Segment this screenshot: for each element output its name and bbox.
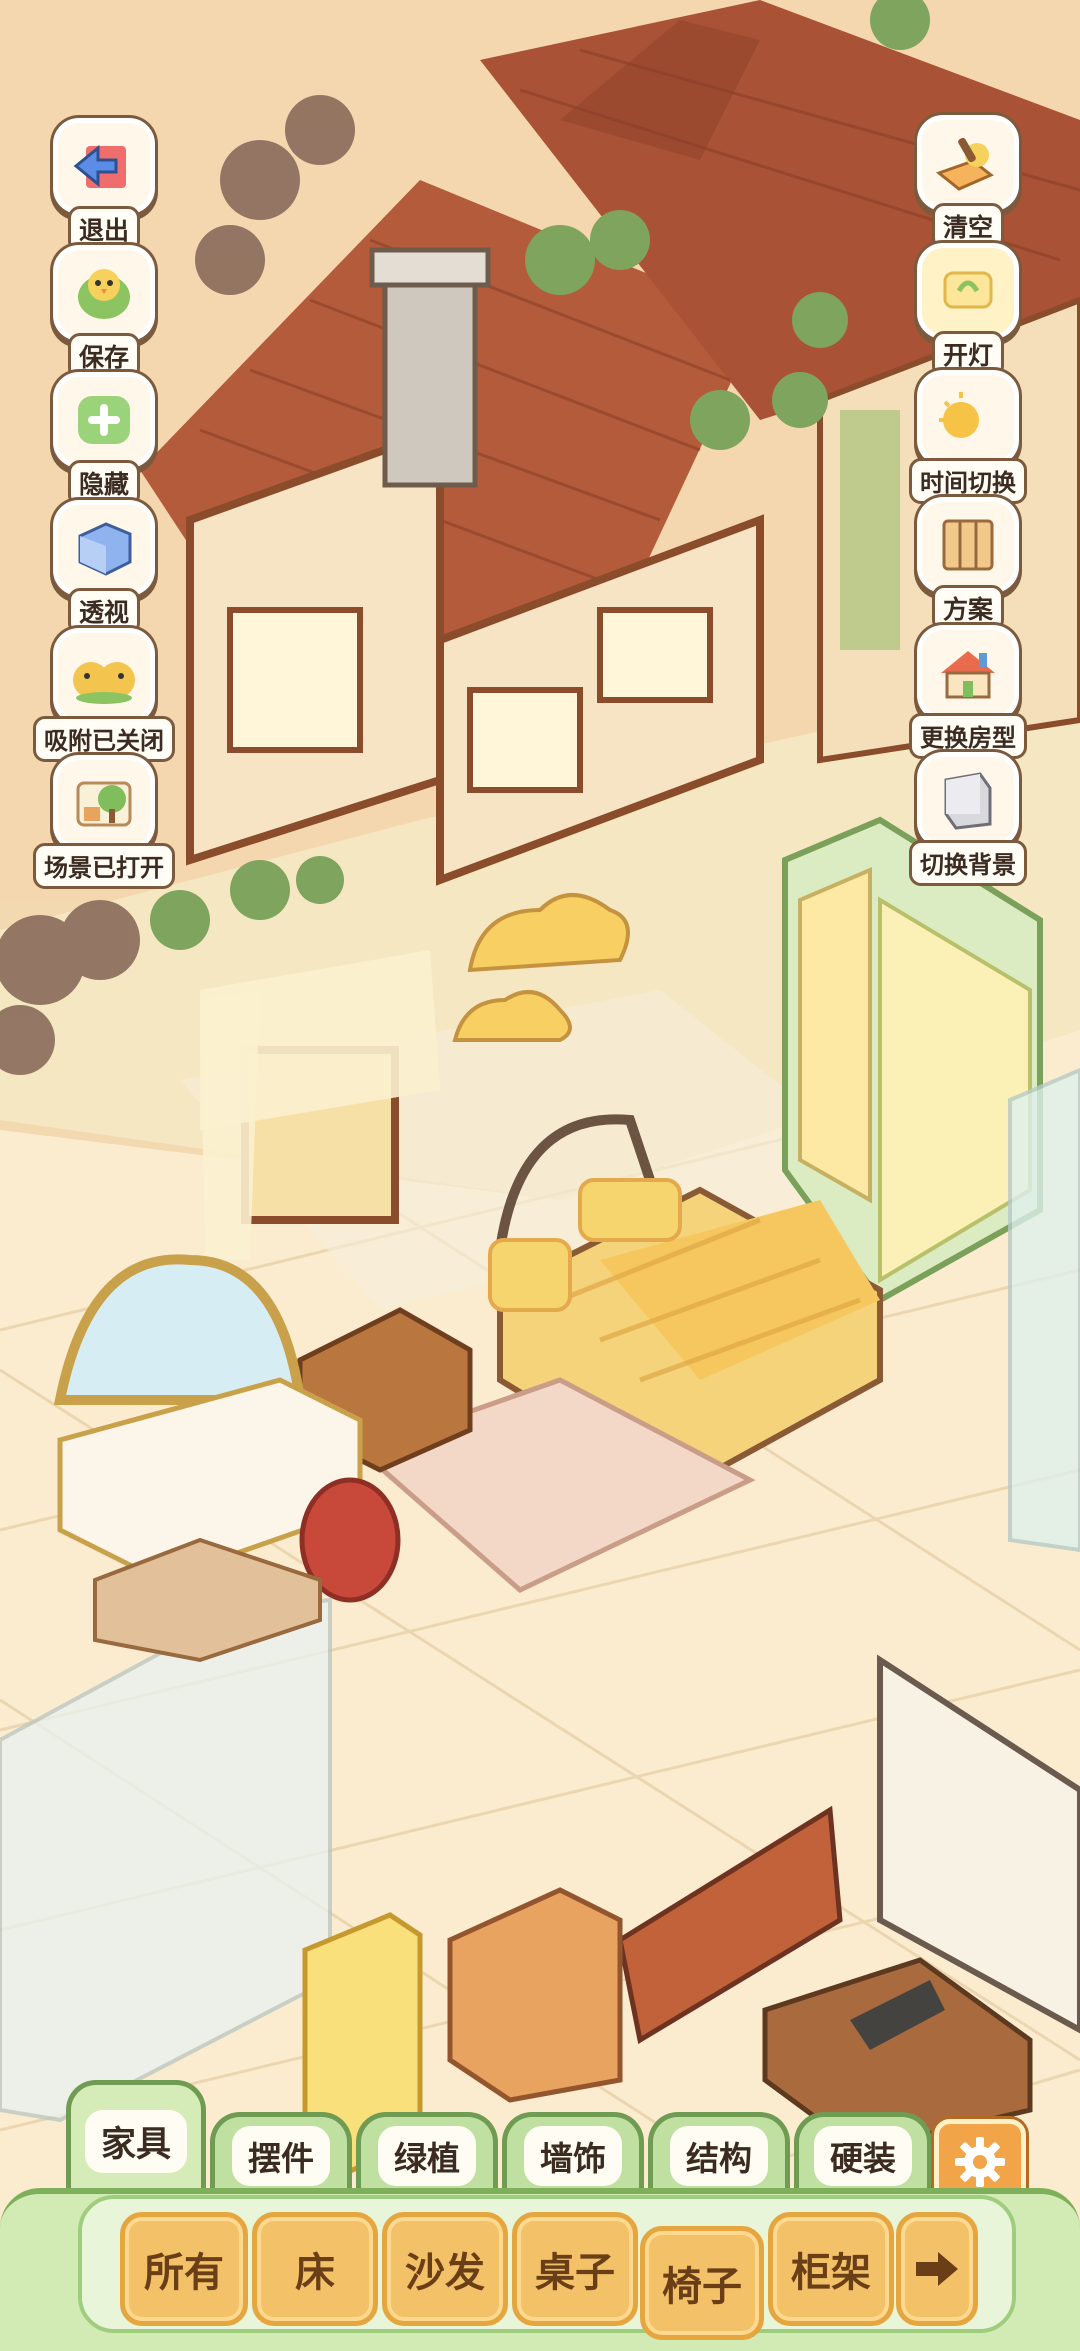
tab-plants[interactable]: 绿植 <box>356 2112 498 2195</box>
hide-icon <box>53 372 155 468</box>
save-button[interactable]: 保存 <box>44 245 164 380</box>
snap-icon <box>53 628 155 724</box>
tab-hardscape[interactable]: 硬装 <box>794 2112 932 2195</box>
subcat-bed[interactable]: 床 <box>252 2212 378 2326</box>
background-icon <box>917 752 1019 848</box>
time-switch-icon <box>917 370 1019 466</box>
exit-button[interactable]: 退出 <box>44 118 164 253</box>
background-button[interactable]: 切换背景 <box>908 752 1028 886</box>
subcat-table[interactable]: 桌子 <box>512 2212 638 2326</box>
plan-button[interactable]: 方案 <box>908 497 1028 632</box>
subcat-chair-label: 椅子 <box>662 2264 742 2310</box>
clear-button[interactable]: 清空 <box>908 115 1028 250</box>
subcat-sofa-label: 沙发 <box>405 2250 485 2296</box>
tab-structure[interactable]: 结构 <box>648 2112 790 2195</box>
background-label: 切换背景 <box>909 840 1027 886</box>
perspective-button[interactable]: 透视 <box>44 500 164 635</box>
subcat-cabinet[interactable]: 柜架 <box>768 2212 894 2326</box>
gear-icon <box>955 2137 1005 2187</box>
subcat-table-label: 桌子 <box>535 2250 615 2296</box>
light-button[interactable]: 开灯 <box>908 243 1028 378</box>
tab-ornaments-label: 摆件 <box>232 2126 330 2186</box>
tab-wall-decor-label: 墙饰 <box>524 2126 622 2186</box>
plan-icon <box>917 497 1019 593</box>
clear-icon <box>917 115 1019 211</box>
scene-label: 场景已打开 <box>33 843 175 889</box>
house-type-icon <box>917 625 1019 721</box>
snap-toggle[interactable]: 吸附已关闭 <box>33 628 175 762</box>
light-icon <box>917 243 1019 339</box>
save-icon <box>53 245 155 341</box>
tab-furniture[interactable]: 家具 <box>66 2080 206 2197</box>
tab-wall-decor[interactable]: 墙饰 <box>502 2112 644 2195</box>
tab-hardscape-label: 硬装 <box>814 2126 912 2186</box>
arrow-right-icon <box>916 2252 958 2286</box>
scene-toggle[interactable]: 场景已打开 <box>33 755 175 889</box>
subcat-bed-label: 床 <box>295 2250 335 2296</box>
tab-plants-label: 绿植 <box>378 2126 476 2186</box>
exit-icon <box>53 118 155 214</box>
subcat-cabinet-label: 柜架 <box>791 2250 871 2296</box>
tab-furniture-label: 家具 <box>84 2109 187 2173</box>
scene-icon <box>53 755 155 851</box>
tab-ornaments[interactable]: 摆件 <box>210 2112 352 2195</box>
subcat-all-label: 所有 <box>144 2250 224 2296</box>
perspective-icon <box>53 500 155 596</box>
subcat-all[interactable]: 所有 <box>120 2212 248 2326</box>
time-switch-button[interactable]: 时间切换 <box>908 370 1028 504</box>
subcat-chair[interactable]: 椅子 <box>640 2226 764 2340</box>
next-page-button[interactable] <box>896 2212 978 2326</box>
house-type-button[interactable]: 更换房型 <box>908 625 1028 759</box>
subcat-sofa[interactable]: 沙发 <box>382 2212 508 2326</box>
hide-button[interactable]: 隐藏 <box>44 372 164 507</box>
tab-structure-label: 结构 <box>670 2126 768 2186</box>
